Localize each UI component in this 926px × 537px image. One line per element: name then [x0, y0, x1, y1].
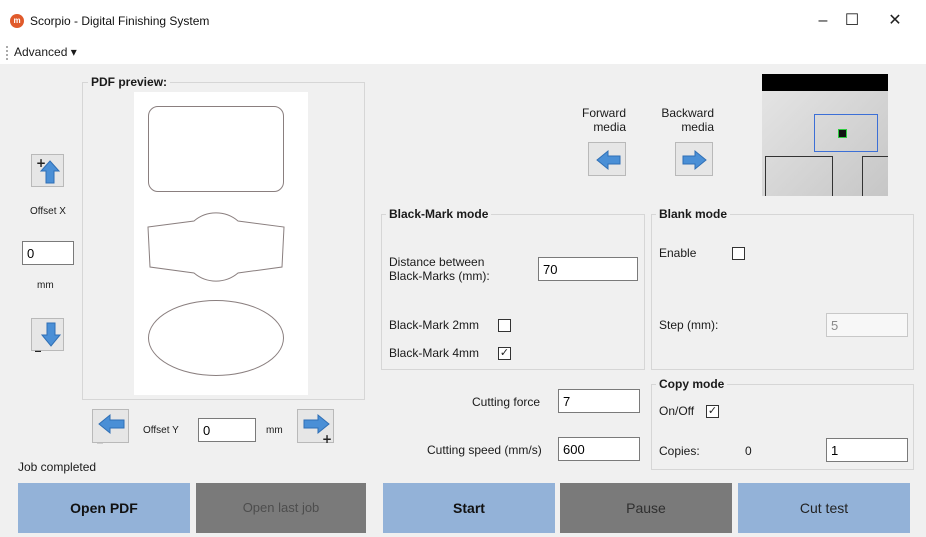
step-input[interactable]	[826, 313, 908, 337]
black-mark-title: Black-Mark mode	[386, 207, 492, 221]
copy-onoff-label: On/Off	[659, 404, 695, 418]
copies-input[interactable]	[826, 438, 908, 462]
label-shape	[147, 212, 285, 282]
enable-checkbox[interactable]	[732, 247, 745, 260]
offset-x-up-button[interactable]: +	[31, 154, 64, 187]
distance-label: Distance between Black-Marks (mm):	[389, 255, 490, 283]
offset-x-input[interactable]	[22, 241, 74, 265]
arrow-right-plus-icon: +	[303, 413, 332, 446]
offset-x-unit: mm	[37, 280, 54, 291]
forward-media-label: Forward media	[581, 106, 626, 134]
arrow-up-plus-icon: +	[36, 156, 61, 184]
cutting-speed-input[interactable]	[558, 437, 640, 461]
copies-label: Copies:	[659, 444, 700, 458]
forward-media-button[interactable]	[588, 142, 626, 176]
arrow-down-minus-icon: _	[35, 322, 62, 353]
camera-top-bar	[762, 74, 888, 91]
cutting-speed-label: Cutting speed (mm/s)	[427, 443, 542, 457]
camera-label-edge	[765, 156, 833, 196]
arrow-left-minus-icon: _	[97, 413, 125, 446]
svg-text:_: _	[97, 431, 103, 444]
status-text: Job completed	[18, 460, 97, 474]
menu-grip-icon	[6, 46, 8, 60]
mark-4mm-label: Black-Mark 4mm	[389, 346, 480, 360]
pdf-preview-title: PDF preview:	[88, 75, 171, 89]
arrow-left-icon	[596, 149, 621, 171]
cutting-force-label: Cutting force	[472, 395, 541, 409]
app-logo-icon: m	[10, 14, 24, 28]
distance-input[interactable]	[538, 257, 638, 281]
blank-mode-panel	[651, 214, 914, 370]
offset-x-label: Offset X	[30, 206, 66, 217]
offset-y-left-button[interactable]: _	[92, 409, 129, 446]
mark-4mm-checkbox[interactable]: ✓	[498, 347, 511, 360]
camera-view	[762, 74, 888, 196]
start-button[interactable]: Start	[383, 483, 555, 533]
cutting-force-input[interactable]	[558, 389, 640, 413]
maximize-button[interactable]: ☐	[829, 8, 875, 34]
ellipse-shape	[148, 300, 284, 376]
camera-label-edge-2	[862, 156, 888, 196]
rounded-rectangle-shape	[148, 106, 284, 192]
enable-label: Enable	[659, 246, 697, 260]
svg-text:_: _	[35, 338, 41, 352]
backward-media-label: Backward media	[661, 106, 714, 134]
mark-2mm-checkbox[interactable]	[498, 319, 511, 332]
copies-count: 0	[745, 444, 752, 458]
window-title: Scorpio - Digital Finishing System	[30, 14, 210, 28]
offset-y-unit: mm	[266, 425, 283, 436]
close-button[interactable]: ✕	[872, 8, 918, 34]
svg-text:+: +	[322, 432, 332, 444]
step-label: Step (mm):	[659, 318, 719, 332]
camera-black-mark	[838, 129, 847, 138]
cut-test-button[interactable]: Cut test	[738, 483, 910, 533]
mark-2mm-label: Black-Mark 2mm	[389, 318, 480, 332]
arrow-right-icon	[682, 149, 707, 171]
offset-y-right-button[interactable]: +	[297, 409, 334, 446]
open-pdf-button[interactable]: Open PDF	[18, 483, 190, 533]
pause-button[interactable]: Pause	[560, 483, 732, 533]
offset-y-label: Offset Y	[143, 425, 179, 436]
backward-media-button[interactable]	[675, 142, 713, 176]
pdf-preview-page	[134, 92, 308, 395]
offset-x-down-button[interactable]: _	[31, 318, 64, 353]
menu-advanced[interactable]: Advanced ▾	[14, 45, 77, 59]
blank-mode-title: Blank mode	[656, 207, 731, 221]
offset-y-input[interactable]	[198, 418, 256, 442]
menu-bar	[0, 40, 926, 64]
copy-mode-title: Copy mode	[656, 377, 728, 391]
open-last-job-button[interactable]: Open last job	[196, 483, 366, 533]
copy-onoff-checkbox[interactable]: ✓	[706, 405, 719, 418]
